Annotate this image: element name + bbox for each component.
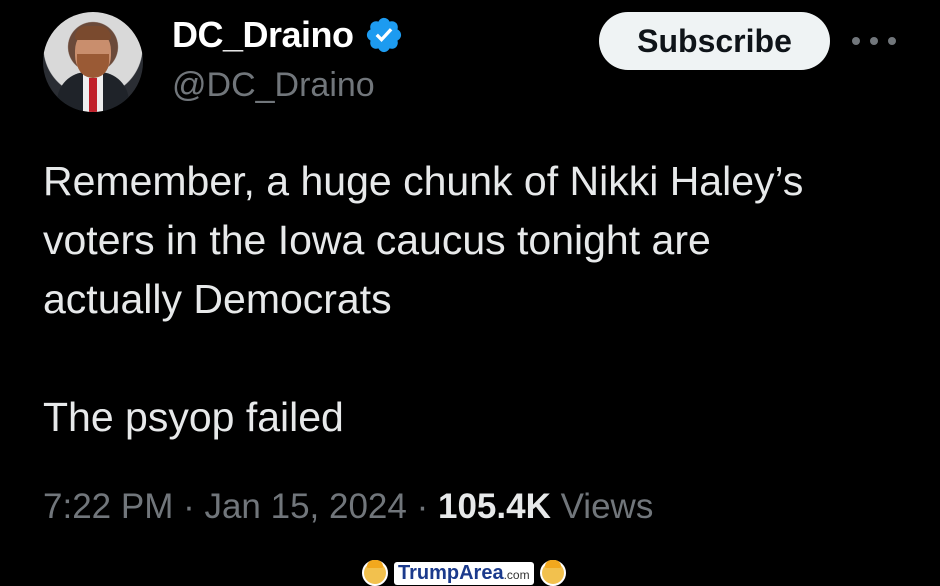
tweet-line: voters in the Iowa caucus tonight are xyxy=(43,217,711,263)
meta-separator: · xyxy=(406,487,438,526)
tweet-text: Remember, a huge chunk of Nikki Haley’s … xyxy=(43,152,923,447)
verified-badge-icon xyxy=(366,17,401,53)
watermark-logo-icon xyxy=(362,560,388,586)
more-options-icon[interactable] xyxy=(852,26,896,56)
author-name-row: DC_Draino xyxy=(172,14,404,56)
tweet-line: actually Democrats xyxy=(43,276,392,322)
avatar-hair xyxy=(75,26,111,40)
author-handle[interactable]: @DC_Draino xyxy=(172,66,375,105)
site-watermark: TrumpArea.com xyxy=(362,560,566,586)
author-avatar[interactable] xyxy=(43,12,143,112)
tweet-date[interactable]: Jan 15, 2024 xyxy=(204,487,406,526)
meta-separator: · xyxy=(173,487,205,526)
watermark-logo-icon xyxy=(539,560,566,586)
author-name[interactable]: DC_Draino xyxy=(172,14,354,56)
watermark-text: TrumpArea.com xyxy=(394,561,534,585)
more-dot xyxy=(852,37,860,45)
tweet-meta: 7:22 PM · Jan 15, 2024 · 105.4K Views xyxy=(43,487,653,527)
views-count: 105.4K xyxy=(437,487,551,526)
tweet-time[interactable]: 7:22 PM xyxy=(43,487,173,526)
tweet-line: Remember, a huge chunk of Nikki Haley’s xyxy=(43,158,804,204)
subscribe-button[interactable]: Subscribe xyxy=(599,12,830,70)
more-dot xyxy=(870,37,878,45)
more-dot xyxy=(888,37,896,45)
views-label: Views xyxy=(550,487,654,526)
avatar-tie xyxy=(89,78,97,112)
tweet-line: The psyop failed xyxy=(43,394,344,440)
